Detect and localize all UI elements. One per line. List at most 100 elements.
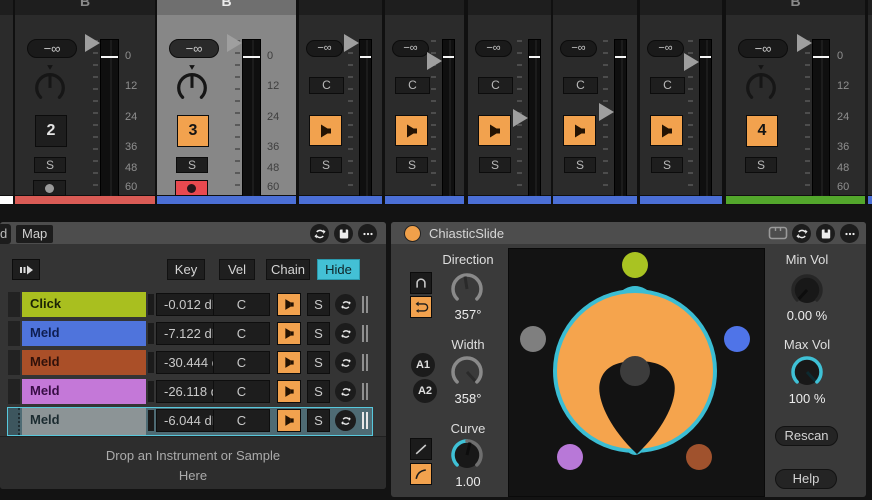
- volume-display[interactable]: −∞: [475, 40, 512, 57]
- pan-knob[interactable]: [31, 65, 69, 107]
- solo-button[interactable]: S: [745, 157, 777, 173]
- min-vol-value[interactable]: 0.00 %: [768, 308, 846, 323]
- track-color-chip[interactable]: [726, 196, 865, 204]
- device-title[interactable]: ChiasticSlide: [429, 226, 504, 241]
- track-header[interactable]: [868, 0, 872, 15]
- volume-fader-handle[interactable]: [513, 109, 528, 127]
- track-color-chip[interactable]: [553, 196, 637, 204]
- hot-swap-button[interactable]: [792, 224, 811, 243]
- chain-dot-top[interactable]: [622, 252, 648, 278]
- track-color-chip[interactable]: [640, 196, 722, 204]
- track-color-chip[interactable]: [15, 196, 155, 204]
- pan-display[interactable]: C: [650, 77, 685, 94]
- volume-fader-handle[interactable]: [797, 34, 812, 52]
- chain-header[interactable]: [299, 0, 382, 15]
- chain-drag-handle[interactable]: [8, 379, 20, 404]
- chain-mute-button[interactable]: [277, 293, 301, 316]
- pan-display[interactable]: C: [309, 77, 344, 94]
- chain-row[interactable]: Meld -26.118 dB C S: [8, 379, 372, 404]
- track-number-button[interactable]: 4: [746, 115, 778, 147]
- chain-pan[interactable]: C: [213, 293, 270, 316]
- previous-device-fragment[interactable]: d: [0, 224, 11, 244]
- curve-knob[interactable]: [447, 435, 487, 475]
- chain-name[interactable]: Meld: [22, 350, 146, 375]
- chain-volume-value[interactable]: -6.044 dB: [156, 409, 215, 432]
- chain-drag-handle[interactable]: [8, 350, 20, 375]
- volume-display[interactable]: −∞: [392, 40, 429, 57]
- solo-button[interactable]: S: [396, 157, 428, 173]
- volume-fader-handle[interactable]: [684, 53, 699, 71]
- solo-button[interactable]: S: [564, 157, 596, 173]
- track-number-button[interactable]: 3: [177, 115, 209, 147]
- chain-hot-swap-button[interactable]: [335, 381, 356, 402]
- volume-display[interactable]: −∞: [169, 39, 219, 58]
- chain-name[interactable]: Meld: [22, 379, 146, 404]
- pan-display[interactable]: C: [563, 77, 598, 94]
- chain-dot-bottom-right[interactable]: [686, 444, 712, 470]
- help-button[interactable]: Help: [775, 469, 837, 489]
- chain-name[interactable]: Meld: [22, 321, 146, 346]
- device-title[interactable]: Map: [16, 225, 53, 243]
- volume-display[interactable]: −∞: [560, 40, 597, 57]
- arm-button[interactable]: [175, 180, 208, 196]
- save-preset-button[interactable]: [816, 224, 835, 243]
- volume-fader-handle[interactable]: [599, 103, 614, 121]
- rescan-button[interactable]: Rescan: [775, 426, 838, 446]
- min-vol-knob[interactable]: [787, 270, 827, 310]
- volume-display[interactable]: −∞: [647, 40, 684, 57]
- curve-value[interactable]: 1.00: [428, 474, 508, 489]
- track-header-3[interactable]: B: [157, 0, 296, 15]
- chain-mute-button[interactable]: [277, 380, 301, 403]
- mute-button[interactable]: [650, 115, 683, 146]
- chain-header[interactable]: [385, 0, 464, 15]
- chain-pan[interactable]: C: [213, 322, 270, 345]
- chain-row[interactable]: Meld -7.122 dB C S: [8, 321, 372, 346]
- max-vol-knob[interactable]: [787, 352, 827, 392]
- chain-hot-swap-button[interactable]: [335, 294, 356, 315]
- edit-m4l-icon[interactable]: [768, 226, 788, 240]
- chain-solo-button[interactable]: S: [307, 322, 330, 345]
- more-options-button[interactable]: [358, 224, 377, 243]
- chain-solo-button[interactable]: S: [307, 351, 330, 374]
- direction-oneway-button[interactable]: [410, 272, 432, 294]
- curve-linear-button[interactable]: [410, 438, 432, 460]
- chain-header[interactable]: [553, 0, 637, 15]
- track-header-2[interactable]: B: [15, 0, 155, 15]
- chain-hot-swap-button[interactable]: [335, 352, 356, 373]
- chain-dot-bottom-left[interactable]: [557, 444, 583, 470]
- chain-solo-button[interactable]: S: [307, 380, 330, 403]
- solo-button[interactable]: S: [176, 157, 208, 173]
- pan-display[interactable]: C: [478, 77, 513, 94]
- chain-mute-button[interactable]: [277, 351, 301, 374]
- volume-display[interactable]: −∞: [738, 39, 788, 58]
- tab-key[interactable]: Key: [167, 259, 205, 280]
- pan-display[interactable]: C: [395, 77, 430, 94]
- pan-knob[interactable]: [742, 65, 780, 107]
- a1-button[interactable]: A1: [411, 353, 435, 377]
- chain-row[interactable]: Meld -30.444 dB C S: [8, 350, 372, 375]
- pan-knob[interactable]: [173, 65, 211, 107]
- volume-display[interactable]: −∞: [306, 40, 343, 57]
- chain-drag-handle[interactable]: [8, 408, 20, 435]
- chain-hot-swap-button[interactable]: [335, 410, 356, 431]
- volume-fader-handle[interactable]: [227, 34, 242, 52]
- chain-name[interactable]: Meld: [22, 408, 146, 435]
- auto-select-chain-button[interactable]: [12, 259, 40, 280]
- track-color-chip[interactable]: [299, 196, 382, 204]
- direction-value[interactable]: 357°: [428, 307, 508, 322]
- chain-volume-value[interactable]: -30.444 dB: [156, 351, 215, 374]
- tab-hide[interactable]: Hide: [317, 259, 360, 280]
- chain-volume-value[interactable]: -26.118 dB: [156, 380, 215, 403]
- mute-button[interactable]: [563, 115, 596, 146]
- chain-drag-handle[interactable]: [8, 321, 20, 346]
- solo-button[interactable]: S: [34, 157, 66, 173]
- chain-solo-button[interactable]: S: [307, 293, 330, 316]
- chain-pan[interactable]: C: [213, 380, 270, 403]
- width-value[interactable]: 358°: [428, 391, 508, 406]
- volume-fader-handle[interactable]: [85, 34, 100, 52]
- chain-pan[interactable]: C: [213, 409, 270, 432]
- track-color-chip[interactable]: [385, 196, 464, 204]
- chain-mute-button[interactable]: [277, 409, 301, 432]
- chain-volume-value[interactable]: -7.122 dB: [156, 322, 215, 345]
- track-color-chip[interactable]: [157, 196, 296, 204]
